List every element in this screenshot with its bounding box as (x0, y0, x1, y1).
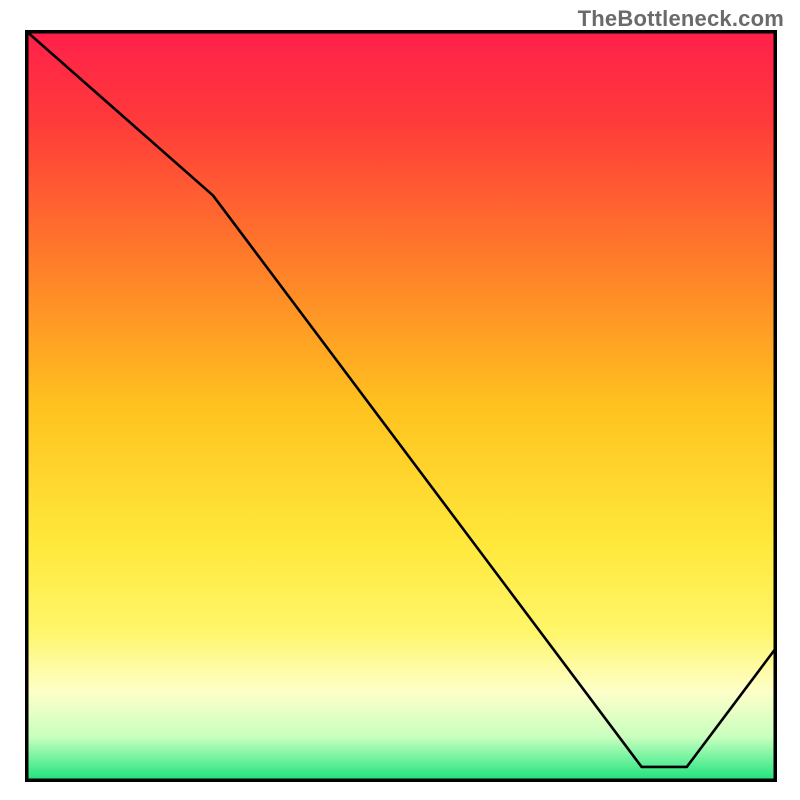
chart-svg (25, 30, 777, 782)
plot-background (25, 30, 777, 782)
plot-frame (25, 30, 777, 782)
chart-canvas: TheBottleneck.com (0, 0, 800, 800)
watermark-text: TheBottleneck.com (578, 6, 784, 32)
